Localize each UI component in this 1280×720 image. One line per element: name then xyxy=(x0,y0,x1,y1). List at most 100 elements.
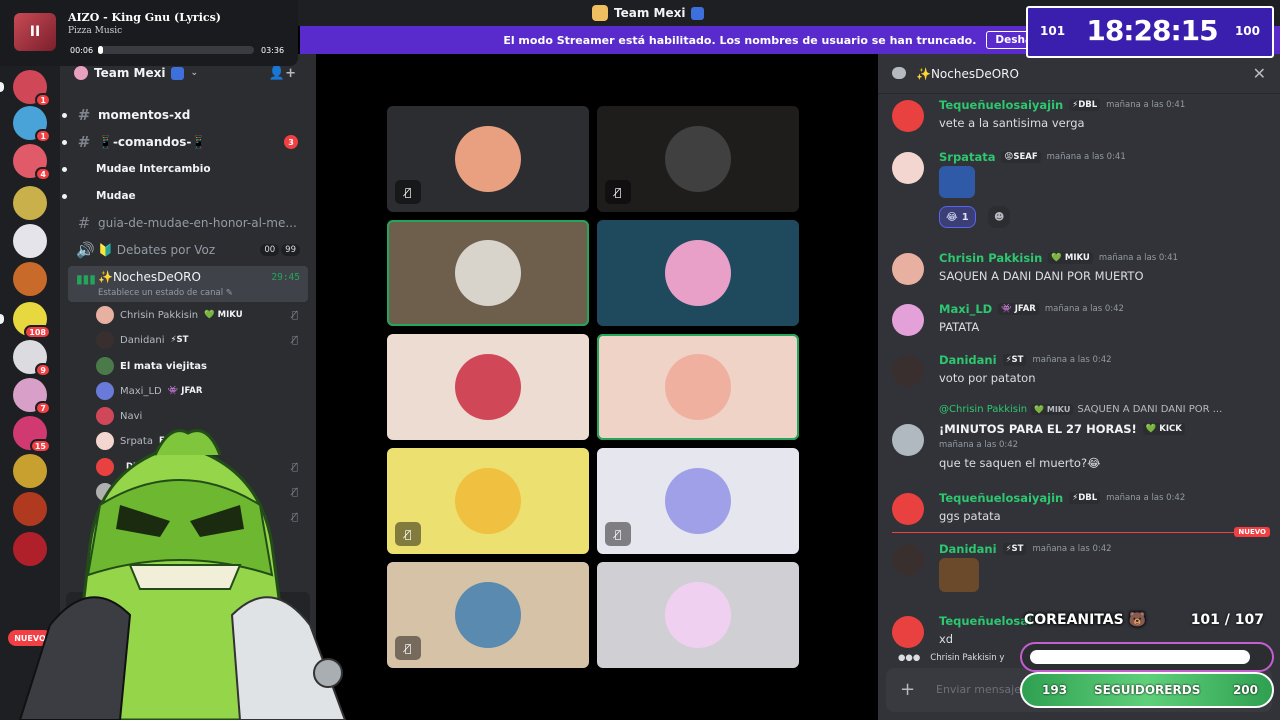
voice-member[interactable]: El mata viejitas xyxy=(96,355,308,377)
muted-mic-icon: 🎙̸ xyxy=(291,334,298,346)
message-author[interactable]: Tequeñuelosaiyajin xyxy=(939,98,1063,112)
message-text: vete a la santisima verga xyxy=(939,116,1085,130)
message-timestamp: mañana a las 0:42 xyxy=(1032,544,1112,554)
message-author[interactable]: Chrisin Pakkisin xyxy=(939,251,1042,265)
message-meta: Danidani ⚡ST mañana a las 0:42 xyxy=(939,353,1112,367)
voice-channel-label: 🔰 Debates por Voz xyxy=(98,243,216,257)
message-author[interactable]: Maxi_LD xyxy=(939,302,992,316)
member-name: Chrisin Pakkisin xyxy=(120,309,199,321)
voice-member[interactable]: Chrisin Pakkisin 💚 MIKU 🎙̸ xyxy=(96,304,308,326)
reaction-emoji: 😂 xyxy=(946,211,958,223)
plus-icon[interactable]: + xyxy=(900,679,915,700)
participant-avatar xyxy=(455,240,521,306)
avatar[interactable] xyxy=(892,253,924,285)
voice-channel-nochesdeoro[interactable]: ▮▮▮ ✨NochesDeORO 29:45 Establece un esta… xyxy=(68,266,308,302)
channel-momentos-xd[interactable]: # momentos-xd xyxy=(62,104,308,126)
server-icon[interactable]: 15 xyxy=(13,416,51,453)
muted-mic-icon: 🎙̸ xyxy=(395,522,421,546)
server-icon[interactable] xyxy=(13,224,47,258)
message-author[interactable]: ¡MINUTOS PARA EL 27 HORAS! xyxy=(939,422,1137,436)
voice-participant-tile[interactable] xyxy=(597,562,799,668)
server-mention-badge: 108 xyxy=(24,325,51,339)
voice-member[interactable]: Maxi_LD 👾 JFAR xyxy=(96,380,308,402)
speaker-icon: 🔊 xyxy=(76,241,95,259)
avatar[interactable] xyxy=(892,544,924,576)
member-role-tag: DBL xyxy=(126,462,145,472)
voice-member[interactable]: OR... 🎙̸ xyxy=(96,506,308,528)
server-icon[interactable] xyxy=(13,492,47,526)
voice-participant-tile[interactable]: 🎙̸ xyxy=(387,562,589,668)
server-icon[interactable]: 4 xyxy=(13,144,51,181)
muted-mic-icon: 🎙̸ xyxy=(291,461,298,473)
set-channel-status[interactable]: Establece un estado de canal ✎ xyxy=(98,288,233,298)
voice-participant-tile[interactable] xyxy=(597,334,799,440)
avatar[interactable] xyxy=(892,152,924,184)
voice-participant-tile[interactable] xyxy=(387,220,589,326)
message-author[interactable]: Tequeñuelosaiyajin xyxy=(939,491,1063,505)
followers-label: SEGUIDORERDS xyxy=(1094,683,1201,697)
voice-channel-debates[interactable]: 🔊 🔰 Debates por Voz 00 99 xyxy=(68,239,308,261)
server-icon[interactable]: 1 xyxy=(13,106,51,143)
add-reaction-button[interactable]: ☻ xyxy=(988,206,1011,228)
followers-current: 193 xyxy=(1042,683,1068,697)
message-author[interactable]: Danidani xyxy=(939,353,997,367)
voice-participant-tile[interactable] xyxy=(387,334,589,440)
avatar[interactable] xyxy=(892,304,924,336)
avatar[interactable] xyxy=(892,616,924,648)
avatar[interactable] xyxy=(892,493,924,525)
song-title: AIZO - King Gnu (Lyrics) xyxy=(68,11,222,24)
typing-dots-icon: ●●● xyxy=(898,653,921,663)
message-author[interactable]: Danidani xyxy=(939,542,997,556)
server-icon[interactable]: 9 xyxy=(13,340,51,377)
song-progress-bar[interactable] xyxy=(98,46,254,54)
message-meta: Tequeñuelosaiyajin ⚡DBL mañana a las 0:42 xyxy=(939,491,1185,505)
new-servers-pill[interactable]: NUEVO xyxy=(8,630,52,646)
hash-icon: # xyxy=(77,106,91,124)
server-icon[interactable] xyxy=(13,532,47,566)
server-icon[interactable] xyxy=(13,454,47,488)
voice-participant-tile[interactable]: 🎙̸ xyxy=(597,106,799,212)
participant-avatar xyxy=(455,126,521,192)
chat-channel-title: ✨NochesDeORO xyxy=(916,67,1019,81)
server-icon[interactable] xyxy=(13,186,47,220)
avatar[interactable] xyxy=(892,355,924,387)
reply-reference[interactable]: @Chrisin Pakkisin 💚 MIKU SAQUEN A DANI D… xyxy=(939,404,1222,415)
channel-label: guia-de-mudae-en-honor-al-me... xyxy=(98,216,297,230)
goal-progress-fill xyxy=(1030,650,1250,664)
avatar xyxy=(96,306,114,324)
streamer-mode-text: El modo Streamer está habilitado. Los no… xyxy=(503,33,977,47)
thread-mudae[interactable]: Mudae xyxy=(62,185,308,207)
add-member-icon[interactable]: 👤+ xyxy=(269,66,296,81)
participant-avatar xyxy=(455,354,521,420)
channel-guia-de-mudae[interactable]: # guia-de-mudae-en-honor-al-me... xyxy=(68,212,308,234)
server-icon[interactable]: 7 xyxy=(13,378,51,415)
voice-member[interactable]: 🎙̸ xyxy=(96,481,308,503)
channel-comandos[interactable]: # 📱-comandos-📱 3 xyxy=(62,131,308,153)
server-icon[interactable]: 1 xyxy=(13,70,51,107)
server-mention-badge: 4 xyxy=(35,167,51,181)
muted-mic-icon: 🎙̸ xyxy=(291,486,298,498)
voice-participant-tile[interactable] xyxy=(597,220,799,326)
clock-time: 18:28:15 xyxy=(1086,14,1218,47)
close-icon[interactable]: ✕ xyxy=(1253,64,1266,83)
avatar[interactable] xyxy=(892,100,924,132)
message-author[interactable]: Srpatata xyxy=(939,150,995,164)
thread-mudae-intercambio[interactable]: Mudae Intercambio xyxy=(62,158,308,180)
voice-participant-tile[interactable]: 🎙̸ xyxy=(387,448,589,554)
reaction-laugh[interactable]: 😂 1 xyxy=(939,206,976,228)
voice-member[interactable]: Danidani ⚡ST 🎙̸ xyxy=(96,329,308,351)
voice-participant-tile[interactable]: 🎙̸ xyxy=(597,448,799,554)
role-tag: 👾 JFAR xyxy=(998,303,1039,315)
server-icon[interactable] xyxy=(13,262,47,296)
voice-member[interactable]: Navi xyxy=(96,405,308,427)
voice-member[interactable]: Srpata EAF xyxy=(96,430,308,452)
message-text: que te saquen el muerto?😂 xyxy=(939,456,1101,470)
voice-member[interactable]: DBL 🎙̸ xyxy=(96,456,308,478)
clock-left-value: 101 xyxy=(1040,24,1066,38)
voice-participant-tile[interactable]: 🎙̸ xyxy=(387,106,589,212)
reply-role-tag: 💚 MIKU xyxy=(1031,404,1074,415)
server-header[interactable]: Team Mexi ⌄ 👤+ xyxy=(74,66,304,81)
server-mention-badge: 7 xyxy=(35,401,51,415)
avatar[interactable] xyxy=(892,424,924,456)
server-icon[interactable]: 108 xyxy=(13,302,51,339)
